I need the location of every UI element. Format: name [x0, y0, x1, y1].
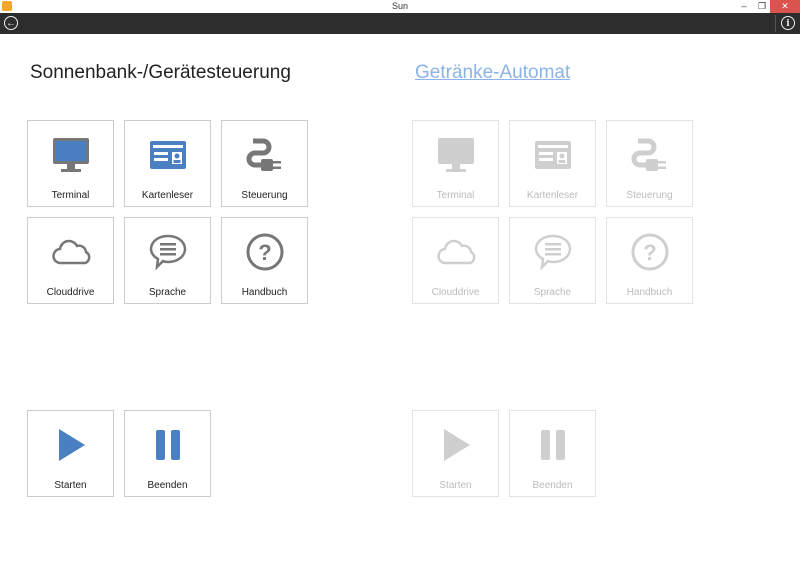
tile-label: Terminal — [436, 190, 475, 201]
monitor-icon — [437, 138, 474, 172]
tile-label: Terminal — [51, 190, 90, 201]
tile-kartenleser[interactable]: Kartenleser — [124, 120, 211, 207]
close-button[interactable]: ✕ — [770, 0, 800, 13]
tile-sprache[interactable]: Sprache — [124, 217, 211, 304]
tile-kartenleser-disabled: Kartenleser — [509, 120, 596, 207]
tile-label: Steuerung — [241, 190, 288, 201]
plug-icon — [246, 138, 281, 171]
tile-steuerung[interactable]: Steuerung — [221, 120, 308, 207]
tile-handbuch[interactable]: ? Handbuch — [221, 217, 308, 304]
tile-label: Handbuch — [241, 287, 288, 298]
tile-label: Kartenleser — [526, 190, 579, 201]
cloud-icon — [51, 239, 90, 265]
info-icon[interactable]: i — [781, 16, 795, 30]
window-title: Sun — [391, 1, 408, 11]
tile-terminal-disabled: Terminal — [412, 120, 499, 207]
window-titlebar: Sun – ❐ ✕ — [0, 0, 800, 13]
id-card-icon — [534, 141, 571, 169]
divider — [775, 15, 776, 32]
play-icon — [58, 429, 85, 461]
svg-text:?: ? — [258, 240, 271, 265]
tile-label: Sprache — [533, 287, 572, 298]
tile-label: Steuerung — [626, 190, 673, 201]
section-heading-sunbed: Sonnenbank-/Gerätesteuerung — [30, 62, 291, 83]
speech-bubble-icon — [149, 234, 186, 271]
tile-terminal[interactable]: Terminal — [27, 120, 114, 207]
help-question-icon: ? — [631, 233, 668, 271]
monitor-icon — [52, 138, 89, 172]
tile-starten-disabled: Starten — [412, 410, 499, 497]
cloud-icon — [436, 239, 475, 265]
tile-label: Sprache — [148, 287, 187, 298]
app-bar: ← i — [0, 13, 800, 34]
tile-beenden-disabled: Beenden — [509, 410, 596, 497]
tile-label: Starten — [54, 480, 87, 491]
plug-icon — [631, 138, 666, 171]
tile-label: Clouddrive — [431, 287, 480, 298]
section-heading-vending[interactable]: Getränke-Automat — [415, 62, 570, 84]
tile-beenden[interactable]: Beenden — [124, 410, 211, 497]
id-card-icon — [149, 141, 186, 169]
tile-starten[interactable]: Starten — [27, 410, 114, 497]
help-question-icon: ? — [246, 233, 283, 271]
speech-bubble-icon — [534, 234, 571, 271]
tile-steuerung-disabled: Steuerung — [606, 120, 693, 207]
tile-label: Starten — [439, 480, 472, 491]
pause-icon — [540, 430, 565, 460]
tile-label: Clouddrive — [46, 287, 95, 298]
tile-handbuch-disabled: ? Handbuch — [606, 217, 693, 304]
tile-label: Kartenleser — [141, 190, 194, 201]
pause-icon — [155, 430, 180, 460]
tile-clouddrive[interactable]: Clouddrive — [27, 217, 114, 304]
tile-label: Handbuch — [626, 287, 673, 298]
tile-clouddrive-disabled: Clouddrive — [412, 217, 499, 304]
back-arrow-icon[interactable]: ← — [4, 16, 18, 30]
tile-label: Beenden — [147, 480, 188, 491]
tile-label: Beenden — [532, 480, 573, 491]
play-icon — [443, 429, 470, 461]
tile-sprache-disabled: Sprache — [509, 217, 596, 304]
svg-text:?: ? — [643, 240, 656, 265]
